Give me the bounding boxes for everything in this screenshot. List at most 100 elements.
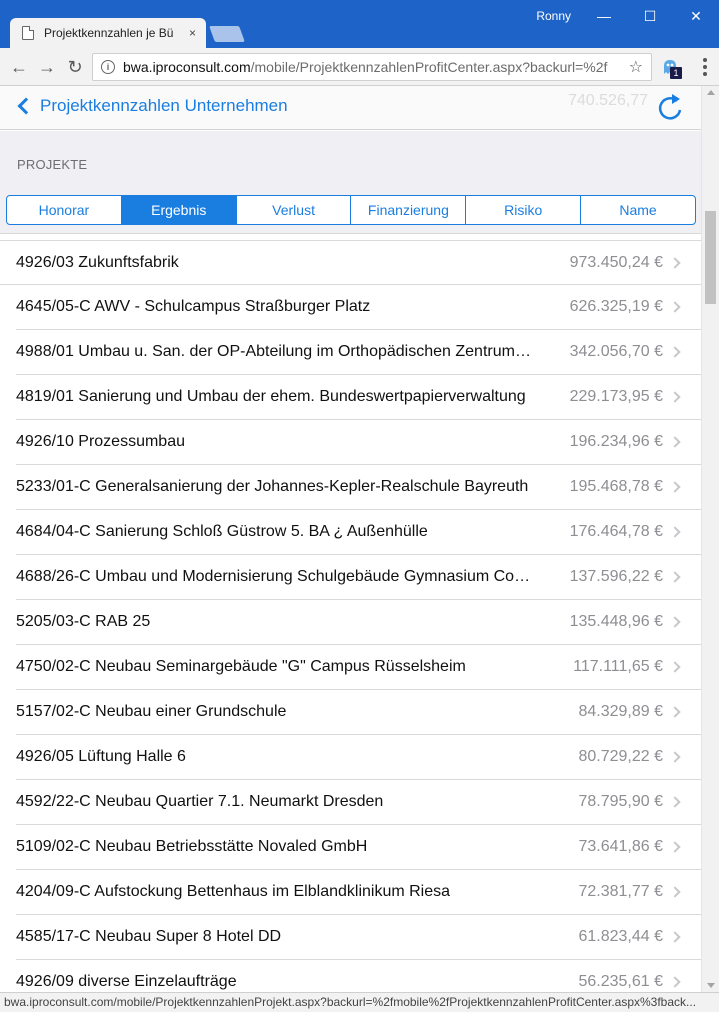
project-name: 4688/26-C Umbau und Modernisierung Schul… [16,568,531,585]
scroll-down-arrow-icon[interactable] [707,983,715,988]
minimize-icon[interactable]: — [581,0,627,32]
project-name: 4684/04-C Sanierung Schloß Güstrow 5. BA… [16,523,428,540]
url-text[interactable]: bwa.iproconsult.com/mobile/Projektkennza… [123,59,631,75]
project-row[interactable]: 4684/04-C Sanierung Schloß Güstrow 5. BA… [16,510,701,555]
project-name: 4988/01 Umbau u. San. der OP-Abteilung i… [16,343,531,360]
chevron-right-icon [669,841,681,853]
project-name: 5157/02-C Neubau einer Grundschule [16,703,287,720]
project-value: 117.111,65 € [573,658,663,675]
project-row[interactable]: 4688/26-C Umbau und Modernisierung Schul… [16,555,701,600]
back-arrow-icon[interactable]: ← [8,56,30,78]
project-name: 5205/03-C RAB 25 [16,613,151,630]
tab-ergebnis[interactable]: Ergebnis [121,196,237,224]
browser-menu-icon[interactable] [703,58,707,76]
project-value: 973.450,24 € [569,254,663,271]
browser-tab[interactable]: Projektkennzahlen je Bür × [10,18,206,48]
bookmark-star-icon[interactable]: ☆ [629,57,643,77]
project-value: 56.235,61 € [578,973,663,990]
chevron-right-icon [669,751,681,763]
project-name: 4592/22-C Neubau Quartier 7.1. Neumarkt … [16,793,384,810]
chevron-right-icon [669,796,681,808]
project-value: 84.329,89 € [578,703,663,720]
window-controls: — ☐ ✕ [581,0,719,32]
browser-toolbar: ← → ↻ i bwa.iproconsult.com/mobile/Proje… [0,48,719,86]
close-icon[interactable]: ✕ [673,0,719,32]
scroll-up-arrow-icon[interactable] [707,90,715,95]
project-row[interactable]: 4645/05-C AWV - Schulcampus Straßburger … [16,285,701,330]
project-row[interactable]: 4926/10 Prozessumbau 196.234,96 € [16,420,701,465]
project-row[interactable]: 4204/09-C Aufstockung Bettenhaus im Elbl… [16,870,701,915]
project-list: 4926/03 Zukunftsfabrik 973.450,24 € 4645/0… [0,240,701,992]
chevron-right-icon [669,526,681,538]
chevron-right-icon [669,391,681,403]
project-value: 195.468,78 € [569,478,663,495]
chevron-right-icon [669,301,681,313]
project-name: 4926/10 Prozessumbau [16,433,185,450]
chevron-right-icon [669,886,681,898]
tab-name[interactable]: Name [581,196,695,224]
project-name: 4926/09 diverse Einzelaufträge [16,973,237,990]
project-name: 4819/01 Sanierung und Umbau der ehem. Bu… [16,388,526,405]
page-scrollbar[interactable] [701,86,719,992]
project-row[interactable]: 4926/09 diverse Einzelaufträge 56.235,61 … [16,960,701,992]
address-bar[interactable]: i bwa.iproconsult.com/mobile/Projektkenn… [92,53,652,81]
section-label: PROJEKTE [17,157,88,172]
project-value: 135.448,96 € [569,613,663,630]
back-link-label: Projektkennzahlen Unternehmen [40,96,288,115]
project-value: 342.056,70 € [569,343,663,360]
project-row[interactable]: 4819/01 Sanierung und Umbau der ehem. Bu… [16,375,701,420]
project-name: 5233/01-C Generalsanierung der Johannes-… [16,478,529,495]
new-tab-button[interactable] [209,26,245,42]
page-header: 740.526,77 Projektkennzahlen Unternehmen [0,86,701,130]
window-titlebar: Projektkennzahlen je Bür × Ronny — ☐ ✕ [0,0,719,48]
project-name: 4926/03 Zukunftsfabrik [16,254,179,271]
tab-close-icon[interactable]: × [189,26,196,40]
project-name: 4585/17-C Neubau Super 8 Hotel DD [16,928,282,945]
project-row[interactable]: 4750/02-C Neubau Seminargebäude "G" Camp… [16,645,701,690]
tab-verlust[interactable]: Verlust [237,196,352,224]
scroll-thumb[interactable] [705,211,716,304]
project-value: 80.729,22 € [578,748,663,765]
project-name: 5109/02-C Neubau Betriebsstätte Novaled … [16,838,368,855]
chevron-right-icon [669,976,681,988]
reload-icon[interactable]: ↻ [64,56,86,78]
project-value: 73.641,86 € [578,838,663,855]
project-row[interactable]: 4585/17-C Neubau Super 8 Hotel DD 61.823,… [16,915,701,960]
chevron-right-icon [669,257,681,269]
project-row[interactable]: 5109/02-C Neubau Betriebsstätte Novaled … [16,825,701,870]
project-value: 196.234,96 € [569,433,663,450]
project-name: 4926/05 Lüftung Halle 6 [16,748,186,765]
project-row[interactable]: 5157/02-C Neubau einer Grundschule 84.329… [16,690,701,735]
ghost-value: 740.526,77 [568,92,649,109]
project-name: 4645/05-C AWV - Schulcampus Straßburger … [16,298,371,315]
projects-section: PROJEKTE Honorar Ergebnis Verlust Finanzier… [0,131,701,234]
page-icon [22,26,34,40]
tab-finanzierung[interactable]: Finanzierung [351,196,467,224]
project-row[interactable]: 4926/05 Lüftung Halle 6 80.729,22 € [16,735,701,780]
chevron-right-icon [669,571,681,583]
forward-arrow-icon[interactable]: → [36,56,58,78]
tab-risiko[interactable]: Risiko [466,196,582,224]
chevron-right-icon [669,481,681,493]
tab-title: Projektkennzahlen je Bür [44,26,174,40]
project-value: 78.795,90 € [578,793,663,810]
status-bar: bwa.iproconsult.com/mobile/Projektkennza… [0,992,719,1012]
project-value: 626.325,19 € [569,298,663,315]
project-value: 72.381,77 € [578,883,663,900]
tab-honorar[interactable]: Honorar [7,196,122,224]
back-link[interactable]: Projektkennzahlen Unternehmen [14,94,288,118]
project-row[interactable]: 5205/03-C RAB 25 135.448,96 € [16,600,701,645]
refresh-icon[interactable] [655,90,685,124]
project-row[interactable]: 4592/22-C Neubau Quartier 7.1. Neumarkt … [16,780,701,825]
chevron-right-icon [669,436,681,448]
chevron-right-icon [669,346,681,358]
chevron-right-icon [669,616,681,628]
project-row[interactable]: 5233/01-C Generalsanierung der Johannes-… [16,465,701,510]
project-row[interactable]: 4988/01 Umbau u. San. der OP-Abteilung i… [16,330,701,375]
project-name: 4204/09-C Aufstockung Bettenhaus im Elbl… [16,883,451,900]
extension-badge: 1 [670,67,682,79]
maximize-icon[interactable]: ☐ [627,0,673,32]
project-row[interactable]: 4926/03 Zukunftsfabrik 973.450,24 € [0,240,701,285]
info-icon[interactable]: i [101,60,115,74]
page-content: 740.526,77 Projektkennzahlen Unternehmen… [0,86,701,992]
